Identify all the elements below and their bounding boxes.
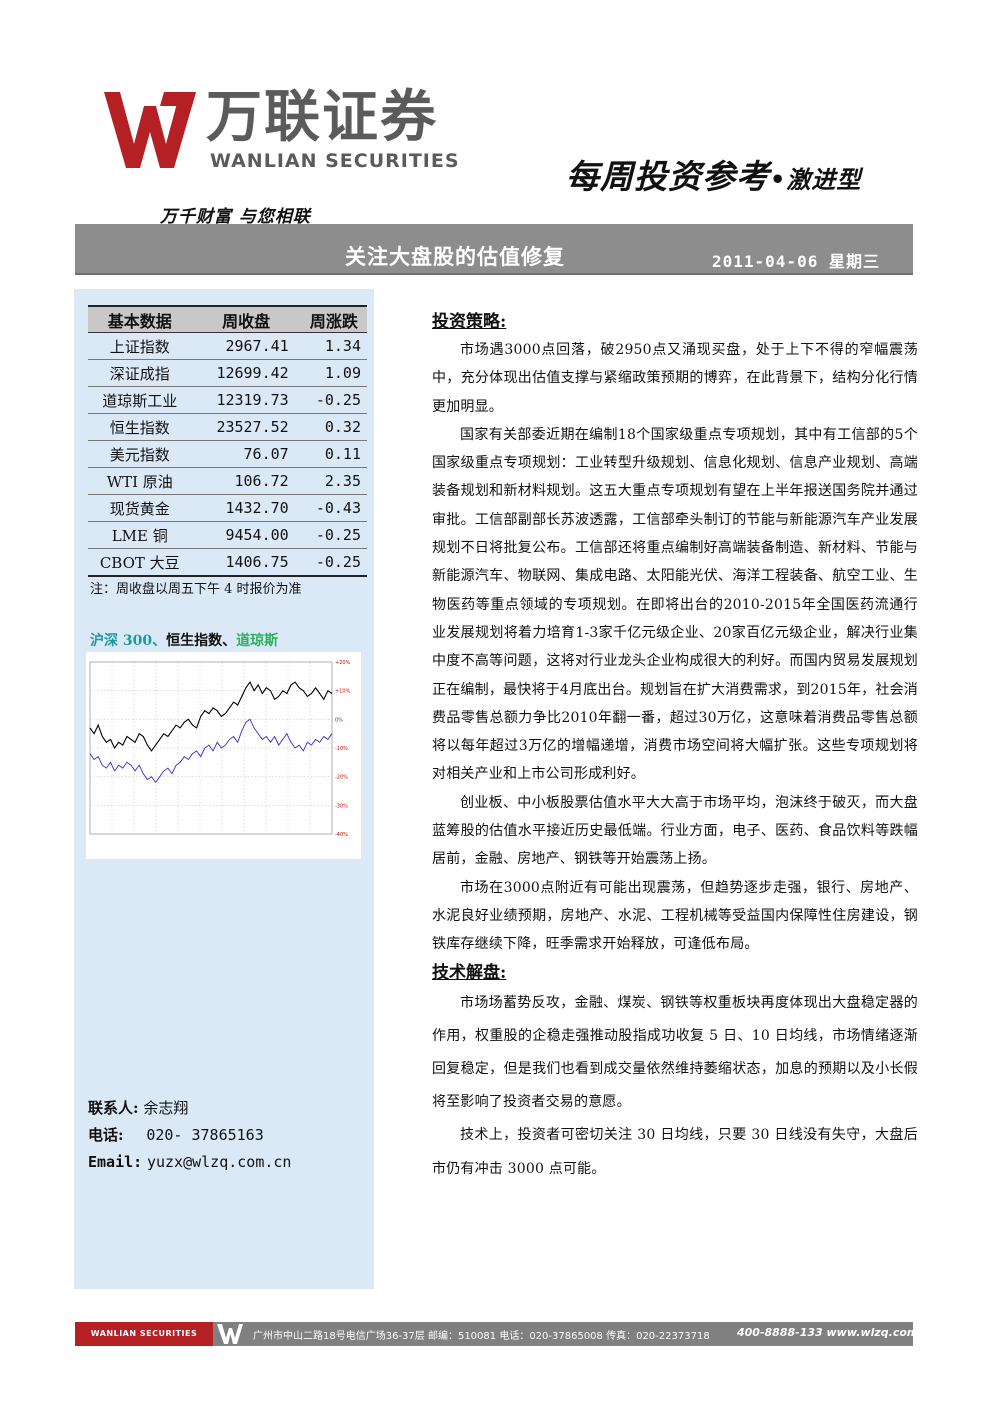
row-name: 深证成指 [88,359,192,387]
technical-paragraph: 市场场蓄势反攻，金融、煤炭、钢铁等权重板块再度体现出大盘稳定器的作用，权重股的企… [432,994,918,1111]
left-panel: 基本数据 周收盘 周涨跌 上证指数 2967.41 1.34 深证成指 12699.42… [74,289,374,1289]
table-row: CBOT 大豆 1406.75 -0.25 [88,548,367,577]
row-close: 1432.70 [191,494,301,522]
footer-address: 广州市中山二路18号电信广场36-37层 邮编：510081 电话：020-37… [253,1331,710,1342]
contact-phone-row: 电话: 020- 37865163 [88,1122,291,1149]
row-change: 1.09 [300,359,367,387]
row-change: -0.43 [300,494,367,522]
table-row: WTI 原油 106.72 2.35 [88,467,367,495]
table-header-cell: 周收盘 [191,305,301,333]
contact-phone: 020- 37865163 [146,1126,264,1144]
row-name: 恒生指数 [88,413,192,441]
chart-series-line [89,681,333,752]
row-change: -0.25 [300,386,367,414]
company-logo-english: WANLIAN SECURITIES [210,150,460,172]
report-type: •激进型 [770,165,862,194]
chart-title-hsi: 恒生指数、 [166,633,237,649]
table-row: 上证指数 2967.41 1.34 [88,332,367,360]
strategy-paragraph: 市场在3000点附近有可能出现震荡，但趋势逐步走强，银行、房地产、水泥良好业绩预… [432,879,918,953]
contact-block: 联系人: 余志翔 电话: 020- 37865163 Email: yuzx@w… [88,1095,291,1176]
row-name: 道琼斯工业 [88,386,192,414]
row-name: 上证指数 [88,332,192,360]
row-name: CBOT 大豆 [88,548,192,577]
index-line-chart: +20% +10% 0% -10% -20% -30% -40% [86,652,361,859]
table-row: LME 铜 9454.00 -0.25 [88,521,367,549]
contact-phone-label: 电话: [88,1126,124,1144]
strategy-paragraph: 市场遇3000点回落，破2950点又涌现买盘，处于上下不得的窄幅震荡中，充分体现… [432,342,918,415]
table-header-cell: 基本数据 [88,305,192,333]
chart-ytick-label: -30% [335,803,348,809]
article-column: 投资策略: 市场遇3000点回落，破2950点又涌现买盘，处于上下不得的窄幅震荡… [432,308,918,1186]
row-name: LME 铜 [88,521,192,549]
row-close: 76.07 [191,440,301,468]
row-close: 1406.75 [191,548,301,577]
contact-email-label: Email: [88,1153,143,1171]
chart-ytick-label: 0% [335,717,343,723]
table-row: 美元指数 76.07 0.11 [88,440,367,468]
contact-name: 余志翔 [143,1099,189,1117]
table-row: 恒生指数 23527.52 0.32 [88,413,367,441]
report-title-text: 每周投资参考 [566,157,770,196]
chart-ytick-label: -20% [335,775,348,781]
report-title: 每周投资参考•激进型 [566,150,861,198]
table-row: 现货黄金 1432.70 -0.43 [88,494,367,522]
technical-paragraph: 技术上，投资者可密切关注 30 日均线，只要 30 日线没有失守，大盘后市仍有冲… [432,1127,918,1177]
chart-title-dow: 道琼斯 [236,633,279,649]
row-close: 12699.42 [191,359,301,387]
company-logo-mark-icon [104,92,196,168]
row-close: 23527.52 [191,413,301,441]
contact-name-label: 联系人: [88,1099,139,1117]
headline: 关注大盘股的估值修复 [345,244,565,269]
contact-email-row: Email: yuzx@wlzq.com.cn [88,1149,291,1176]
row-change: 1.34 [300,332,367,360]
row-name: 现货黄金 [88,494,192,522]
chart-ytick-label: +20% [335,660,351,666]
report-date: 2011-04-06 星期三 [712,252,880,271]
table-header-cell: 周涨跌 [300,305,367,333]
row-name: 美元指数 [88,440,192,468]
table-header-row: 基本数据 周收盘 周涨跌 [88,305,367,333]
contact-name-row: 联系人: 余志翔 [88,1095,291,1122]
row-name: WTI 原油 [88,467,192,495]
row-close: 9454.00 [191,521,301,549]
strategy-paragraph: 国家有关部委近期在编制18个国家级重点专项规划，其中有工信部的5个国家级重点专项… [432,426,918,783]
table-row: 深证成指 12699.42 1.09 [88,359,367,387]
page-footer: WANLIAN SECURITIES 广州市中山二路18号电信广场36-37层 … [75,1322,937,1346]
chart-series-line [89,718,333,784]
technical-title: 技术解盘: [432,962,507,983]
technical-section: 市场场蓄势反攻，金融、煤炭、钢铁等权重板块再度体现出大盘稳定器的作用，权重股的企… [432,987,918,1186]
row-close: 12319.73 [191,386,301,414]
chart-ytick-label: +10% [335,689,351,695]
row-change: 0.32 [300,413,367,441]
row-close: 106.72 [191,467,301,495]
row-change: 2.35 [300,467,367,495]
row-change: -0.25 [300,548,367,577]
contact-email[interactable]: yuzx@wlzq.com.cn [147,1153,292,1171]
strategy-paragraph: 创业板、中小板股票估值水平大大高于市场平均，泡沫终于破灭，而大盘蓝筹股的估值水平… [432,794,918,868]
chart-ytick-label: -40% [335,832,348,838]
table-row: 道琼斯工业 12319.73 -0.25 [88,386,367,414]
chart-title: 沪深 300、恒生指数、道琼斯 [90,630,278,650]
row-change: -0.25 [300,521,367,549]
table-note: 注：周收盘以周五下午 4 时报价为准 [90,582,302,597]
footer-hotline: 400-8888-133 www.wlzq.com.cn [737,1326,937,1339]
company-logo-chinese: 万联证券 [206,85,438,150]
footer-brand: WANLIAN SECURITIES [75,1322,213,1346]
footer-logo-mark-icon [217,1324,243,1344]
row-close: 2967.41 [191,332,301,360]
row-change: 0.11 [300,440,367,468]
strategy-title: 投资策略: [432,312,507,332]
market-data-table: 基本数据 周收盘 周涨跌 上证指数 2967.41 1.34 深证成指 12699.42… [88,305,367,577]
chart-title-hs300: 沪深 300、 [90,633,167,649]
chart-ytick-label: -10% [335,746,348,752]
